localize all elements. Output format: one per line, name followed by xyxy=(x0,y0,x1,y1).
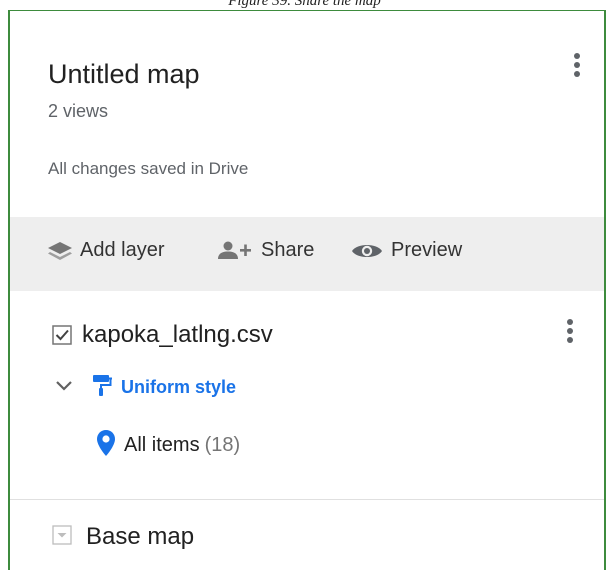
layer-items-row[interactable]: All items (18) xyxy=(96,429,240,462)
add-layer-label: Add layer xyxy=(80,239,165,261)
share-label: Share xyxy=(261,239,315,261)
person-add-icon xyxy=(215,240,255,262)
chevron-down-icon[interactable] xyxy=(55,379,73,397)
layer-options-menu-button[interactable] xyxy=(567,319,575,346)
map-view-count: 2 views xyxy=(48,101,109,121)
eye-icon xyxy=(350,240,384,262)
base-map-label: Base map xyxy=(86,523,195,550)
figure-caption: Figure 39. Share the map xyxy=(228,0,381,9)
map-pin-icon xyxy=(96,429,116,462)
map-title[interactable]: Untitled map xyxy=(48,59,200,90)
preview-label: Preview xyxy=(391,239,463,261)
layer-header: kapoka_latlng.csv xyxy=(52,321,273,349)
base-map-dropdown-icon[interactable] xyxy=(52,524,72,550)
uniform-style-link[interactable]: Uniform style xyxy=(121,377,236,398)
more-vert-icon xyxy=(574,53,582,77)
map-options-menu-button[interactable] xyxy=(574,53,582,80)
layer-name[interactable]: kapoka_latlng.csv xyxy=(82,321,273,349)
map-toolbar: Add layer Share Preview xyxy=(10,217,604,291)
save-status: All changes saved in Drive xyxy=(48,159,249,178)
preview-button[interactable]: Preview xyxy=(350,239,462,262)
add-layer-button[interactable]: Add layer xyxy=(46,239,165,262)
all-items-label: All items xyxy=(124,434,200,456)
section-divider xyxy=(10,499,604,500)
more-vert-icon xyxy=(567,319,575,343)
items-count: (18) xyxy=(204,434,241,456)
layer-style-row: Uniform style xyxy=(55,373,236,402)
base-map-row[interactable]: Base map xyxy=(52,523,194,551)
layers-icon xyxy=(46,240,74,262)
paint-roller-icon xyxy=(91,373,113,402)
share-button[interactable]: Share xyxy=(215,239,314,262)
layer-visibility-checkbox[interactable] xyxy=(52,325,72,345)
map-details-panel: Untitled map 2 views All changes saved i… xyxy=(8,10,606,570)
